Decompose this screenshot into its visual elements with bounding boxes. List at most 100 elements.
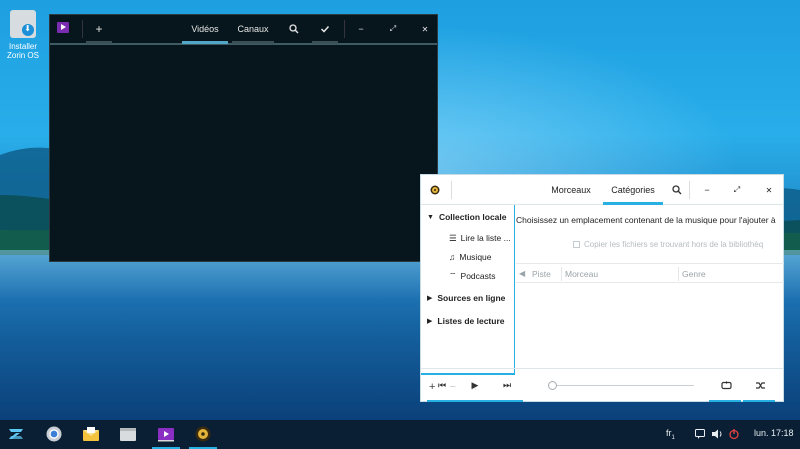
column-track[interactable]: Piste (532, 269, 551, 279)
collapsed-arrow-icon: ▶ (427, 295, 433, 302)
music-headerbar: Morceaux Catégories − ⤢ ✕ (421, 175, 783, 205)
tab-videos[interactable]: Vidéos (182, 15, 228, 43)
next-button[interactable]: ⏭ (498, 376, 516, 394)
shuffle-underline (743, 400, 775, 402)
speaker-icon: ◀ (519, 269, 526, 278)
search-icon (289, 24, 299, 34)
clock[interactable]: lun. 17:18 (754, 428, 794, 438)
header-separator (344, 20, 345, 38)
volume-button[interactable] (712, 429, 723, 441)
maximize-button[interactable]: ⤢ (729, 175, 745, 205)
sidebar-item-label: Musique (459, 252, 492, 262)
install-label-line2: Zorin OS (6, 51, 39, 60)
search-icon (672, 185, 682, 195)
track-table-header: ◀ Piste Morceau Genre (516, 263, 784, 283)
shuffle-button[interactable] (751, 376, 769, 394)
list-icon: ☰ (449, 232, 457, 243)
video-headerbar: + Vidéos Canaux − ⤢ ✕ (50, 15, 437, 44)
sidebar-item-play-queue[interactable]: ☰ Lire la liste ... (421, 229, 515, 247)
header-separator (689, 181, 690, 199)
chromium-button[interactable] (43, 424, 65, 444)
select-button-underline (312, 41, 338, 44)
sidebar-item-music[interactable]: ♫ Musique (421, 248, 515, 266)
sidebar-item-podcasts[interactable]: ⌔ Podcasts (421, 267, 515, 285)
maximize-button[interactable]: ⤢ (384, 15, 402, 43)
music-window: Morceaux Catégories − ⤢ ✕ ▼ Collection l… (420, 174, 784, 402)
library-sidebar: ▼ Collection locale ☰ Lire la liste ... … (421, 205, 515, 393)
sidebar-item-label: Podcasts (460, 271, 496, 281)
sidebar-item-playlists[interactable]: ▶ Listes de lecture (421, 312, 515, 330)
video-player-icon (158, 427, 174, 441)
shuffle-icon (755, 381, 765, 389)
add-button[interactable]: + (86, 15, 112, 43)
music-app-icon (427, 175, 443, 205)
header-separator (451, 181, 452, 199)
minimize-button[interactable]: − (352, 15, 370, 43)
play-button[interactable]: ▶ (466, 376, 484, 394)
sidebar-item-label: Listes de lecture (437, 316, 505, 326)
select-button[interactable] (312, 15, 338, 43)
seek-bar[interactable] (552, 385, 694, 386)
checkbox-label: Copier les fichiers se trouvant hors de … (584, 240, 764, 249)
music-player-button[interactable] (192, 424, 214, 444)
column-separator (678, 267, 679, 281)
copy-files-checkbox[interactable]: Copier les fichiers se trouvant hors de … (573, 240, 763, 249)
desktop-install-icon[interactable]: ⬇ Installer Zorin OS (6, 10, 40, 60)
column-song[interactable]: Morceau (565, 269, 598, 279)
tab-tracks[interactable]: Morceaux (545, 175, 597, 205)
files-button[interactable] (117, 424, 139, 444)
volume-icon (712, 429, 722, 439)
add-button-underline (86, 41, 112, 44)
tab-videos-underline (182, 41, 228, 44)
video-player-button[interactable] (155, 424, 177, 444)
column-genre[interactable]: Genre (682, 269, 706, 279)
check-icon (320, 25, 330, 33)
column-separator (561, 267, 562, 281)
repeat-button[interactable] (717, 376, 735, 394)
zorin-menu-button[interactable] (5, 424, 27, 444)
header-separator (82, 20, 83, 38)
message-icon (695, 429, 705, 439)
sidebar-item-label: Lire la liste ... (460, 233, 511, 243)
keyboard-layout-sub: 1 (671, 434, 675, 441)
chromium-icon (46, 426, 62, 442)
install-label-line1: Installer (8, 42, 37, 51)
rss-icon: ⌔ (449, 271, 457, 280)
previous-button[interactable]: ⏮ (433, 376, 451, 394)
seek-knob[interactable] (548, 381, 557, 390)
choose-location-message: Choisissez un emplacement contenant de l… (516, 215, 776, 225)
tab-categories[interactable]: Catégories (603, 175, 663, 205)
repeat-underline (709, 400, 741, 402)
player-bar: ⏮ ▶ ⏭ (421, 368, 783, 402)
taskbar: fr1 lun. 17:18 (0, 420, 800, 449)
sidebar-item-local-collection[interactable]: ▼ Collection locale (421, 208, 515, 226)
power-alert-icon (729, 429, 739, 440)
search-button[interactable] (668, 175, 686, 205)
close-button[interactable]: ✕ (761, 175, 777, 205)
collapsed-arrow-icon: ▶ (427, 318, 433, 325)
video-app-icon (57, 22, 69, 33)
mail-button[interactable] (80, 424, 102, 444)
expanded-arrow-icon: ▼ (427, 213, 434, 221)
sidebar-item-label: Collection locale (438, 212, 507, 222)
mail-icon (83, 427, 99, 441)
keyboard-layout-indicator[interactable]: fr1 (666, 428, 675, 441)
close-button[interactable]: ✕ (416, 15, 434, 43)
checkbox-box (573, 241, 580, 248)
music-player-icon (195, 426, 211, 442)
files-icon (120, 427, 136, 441)
transport-underline (427, 400, 523, 402)
sidebar-item-online-sources[interactable]: ▶ Sources en ligne (421, 289, 515, 307)
tab-channels[interactable]: Canaux (232, 15, 274, 43)
minimize-button[interactable]: − (699, 175, 715, 205)
notifications-button[interactable] (695, 429, 705, 441)
search-button[interactable] (282, 15, 306, 43)
sidebar-item-label: Sources en ligne (437, 293, 506, 303)
power-status-button[interactable] (729, 428, 739, 442)
music-note-icon: ♫ (449, 252, 456, 262)
repeat-icon (720, 380, 732, 389)
zorin-menu-icon (9, 429, 23, 439)
tab-channels-underline (232, 41, 274, 44)
install-drive-icon: ⬇ (10, 10, 36, 38)
video-window: + Vidéos Canaux − ⤢ ✕ (49, 14, 438, 262)
